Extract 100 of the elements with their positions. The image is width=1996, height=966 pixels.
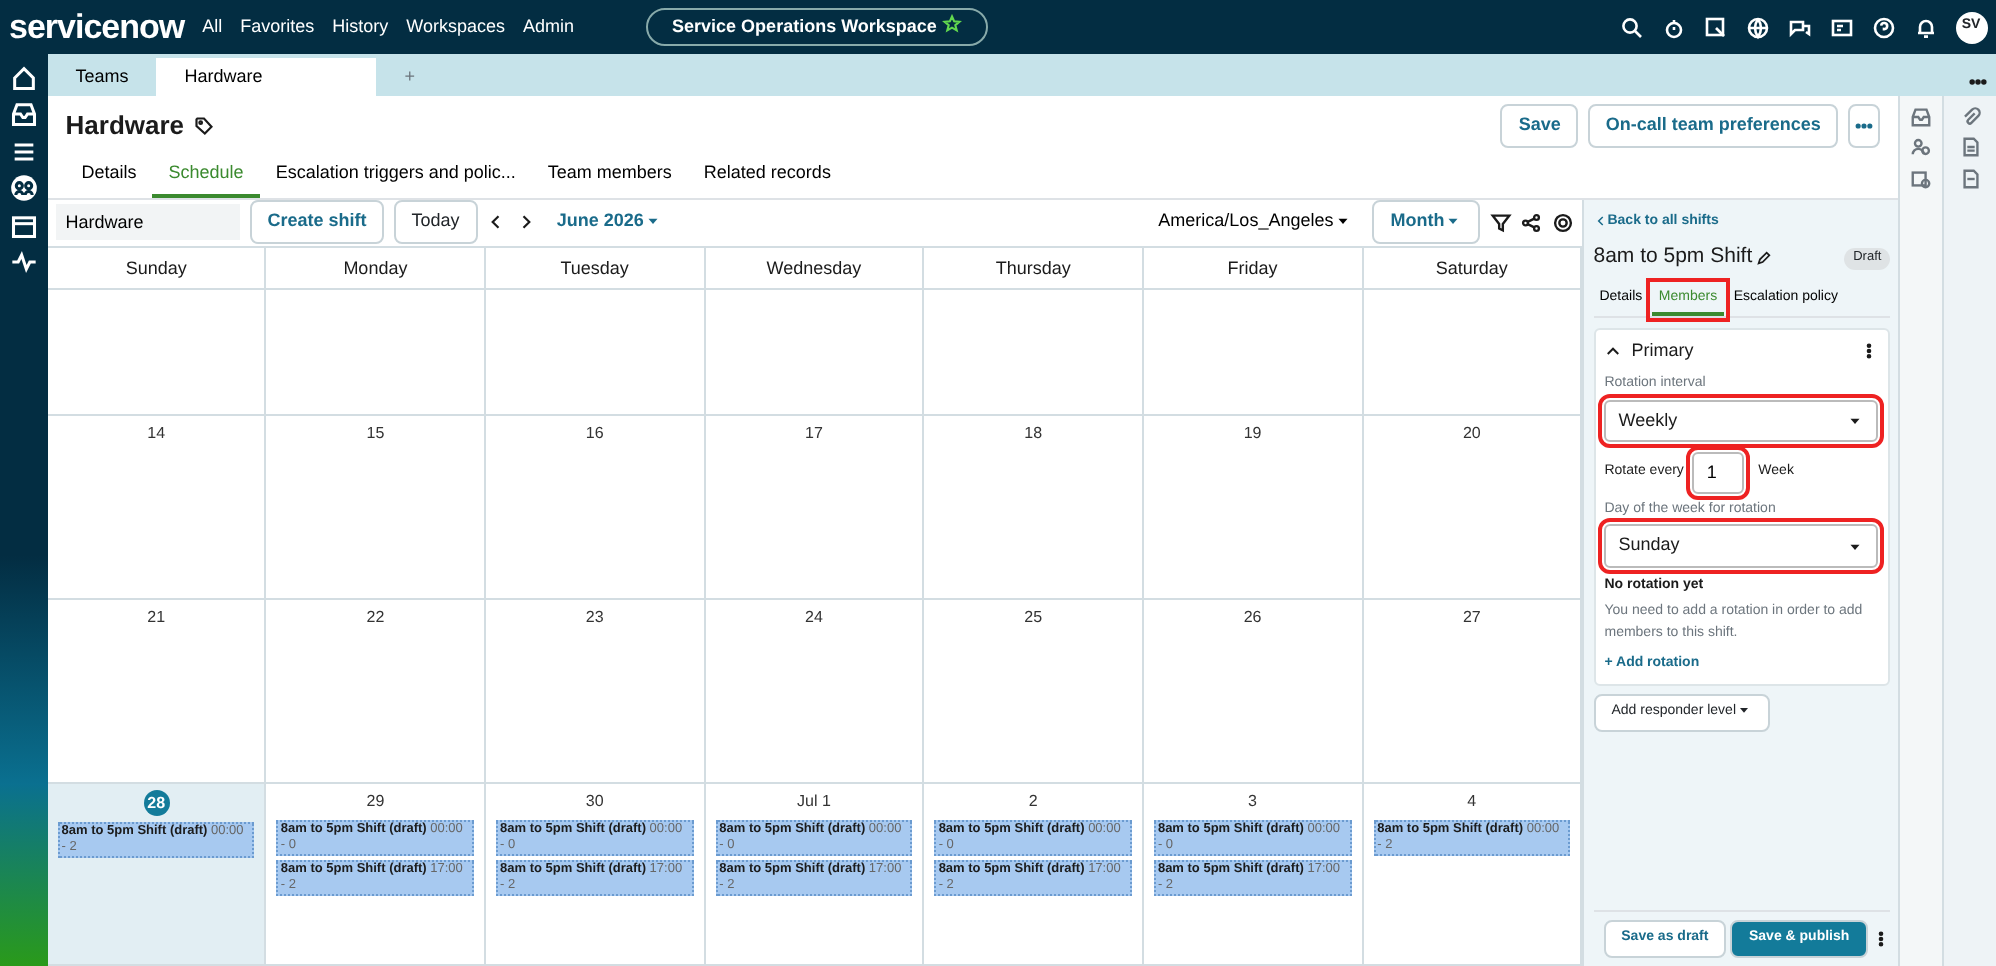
day-cell[interactable]: 18 — [924, 415, 1144, 599]
day-cell[interactable]: 22 — [266, 599, 487, 783]
more-button[interactable] — [1847, 104, 1881, 148]
weekday-header: Monday — [266, 247, 487, 289]
day-cell[interactable]: 26 — [1143, 599, 1364, 783]
day-cell[interactable]: 20 — [1363, 415, 1583, 599]
day-number: 18 — [1022, 421, 1045, 445]
bell-icon[interactable] — [1913, 15, 1937, 39]
day-number: 29 — [364, 789, 387, 813]
workspace-tab[interactable]: Teams — [47, 57, 157, 96]
dropdown-field[interactable]: Weekly — [1604, 399, 1879, 443]
pulse-icon[interactable] — [9, 248, 38, 276]
chat-icon[interactable] — [1787, 15, 1811, 39]
card-icon[interactable] — [1829, 15, 1853, 39]
day-cell[interactable]: 17 — [705, 415, 925, 599]
day-cell[interactable] — [47, 289, 267, 415]
day-number: 22 — [364, 605, 387, 629]
weekday-header: Friday — [1143, 247, 1364, 289]
settings-icon[interactable] — [1551, 211, 1574, 233]
chevron-up-icon[interactable] — [1604, 342, 1623, 361]
chevron-left-icon — [1593, 213, 1608, 228]
number-field[interactable]: 1 — [1692, 451, 1745, 495]
timezone-picker[interactable]: America/Los_Angeles — [1146, 206, 1364, 238]
search-icon[interactable] — [1619, 15, 1643, 39]
nav-menu-link[interactable]: History — [332, 13, 389, 41]
period-picker[interactable]: June 2026 — [544, 206, 674, 238]
help-icon[interactable] — [1871, 15, 1895, 39]
new-tab-button[interactable]: + — [376, 57, 444, 96]
day-cell[interactable]: 24 — [705, 599, 925, 783]
document-icon[interactable] — [1959, 136, 1982, 158]
record-tab[interactable]: Team members — [531, 156, 688, 197]
people-icon[interactable] — [1910, 136, 1933, 158]
nav-menu-link[interactable]: Admin — [523, 13, 575, 41]
day-cell[interactable] — [1363, 289, 1583, 415]
nav-menu-link[interactable]: Favorites — [240, 13, 315, 41]
day-number: 20 — [1460, 421, 1483, 445]
day-cell[interactable]: 15 — [266, 415, 487, 599]
share-icon[interactable] — [1520, 211, 1543, 233]
record-tab[interactable]: Details — [65, 156, 153, 197]
record-tab[interactable]: Schedule — [152, 156, 260, 197]
shift-title: 8am to 5pm Shift — [1593, 242, 1753, 273]
nav-menu-link[interactable]: Workspaces — [406, 13, 506, 41]
paperclip-icon[interactable] — [1959, 105, 1982, 127]
filter-icon[interactable] — [1489, 211, 1512, 233]
day-cell[interactable] — [486, 289, 706, 415]
day-number: 14 — [145, 421, 168, 445]
weekday-header: Wednesday — [705, 247, 925, 289]
day-cell[interactable]: 21 — [47, 599, 267, 783]
day-cell[interactable]: 25 — [924, 599, 1144, 783]
team-icon[interactable] — [9, 174, 38, 202]
day-cell[interactable]: 14 — [47, 415, 267, 599]
workspace-button[interactable]: Service Operations Workspace — [646, 7, 988, 47]
day-number: 2 — [1026, 789, 1040, 813]
day-cell[interactable] — [1143, 289, 1364, 415]
weekday-header: Saturday — [1363, 247, 1583, 289]
view-picker[interactable]: Month — [1372, 200, 1481, 244]
dropdown-field[interactable]: Sunday — [1604, 524, 1879, 568]
calendar-clock-icon[interactable] — [1910, 167, 1933, 189]
record-tab[interactable]: Related records — [687, 156, 847, 197]
record-tab[interactable]: Escalation triggers and polic... — [259, 156, 532, 197]
day-number: 21 — [145, 605, 168, 629]
day-number: 24 — [803, 605, 825, 629]
create-shift-button[interactable]: Create shift — [249, 200, 385, 244]
day-cell[interactable]: 23 — [486, 599, 706, 783]
home-icon[interactable] — [9, 63, 38, 91]
timer-icon[interactable] — [1661, 15, 1685, 39]
calendar-icon[interactable] — [9, 211, 38, 239]
day-number: 19 — [1241, 421, 1264, 445]
day-cell[interactable]: 19 — [1143, 415, 1364, 599]
action-button[interactable]: On-call team preferences — [1587, 104, 1839, 148]
day-number: 4 — [1465, 789, 1479, 813]
day-cell[interactable] — [705, 289, 925, 415]
day-number: Jul 1 — [795, 789, 833, 813]
day-cell[interactable] — [266, 289, 487, 415]
action-button[interactable]: Save — [1500, 104, 1579, 148]
today-button[interactable]: Today — [393, 200, 478, 244]
day-number: 26 — [1241, 605, 1264, 629]
logo-text[interactable]: servicenow — [9, 1, 185, 53]
day-number: 25 — [1022, 605, 1045, 629]
record-title: Hardware — [65, 108, 185, 145]
day-number: 17 — [803, 421, 825, 445]
day-number: 3 — [1246, 789, 1259, 813]
search-field[interactable]: Hardware — [56, 204, 241, 240]
pencil-icon[interactable] — [1756, 250, 1773, 267]
globe-icon[interactable] — [1745, 15, 1769, 39]
nav-menu-link[interactable]: All — [202, 13, 223, 41]
day-number: 27 — [1460, 605, 1483, 629]
document-icon[interactable] — [1959, 167, 1982, 189]
weekday-header: Thursday — [924, 247, 1144, 289]
tag-icon[interactable] — [193, 116, 214, 136]
star-icon — [941, 13, 962, 34]
cursor-icon[interactable] — [1703, 15, 1727, 39]
day-cell[interactable] — [924, 289, 1144, 415]
weekday-header: Tuesday — [486, 247, 706, 289]
day-cell[interactable]: 16 — [486, 415, 706, 599]
day-number: 30 — [583, 789, 606, 813]
day-number: 23 — [583, 605, 606, 629]
workspace-tab[interactable]: Hardware — [156, 57, 377, 96]
list-icon[interactable] — [9, 137, 38, 165]
day-cell[interactable]: 27 — [1363, 599, 1583, 783]
